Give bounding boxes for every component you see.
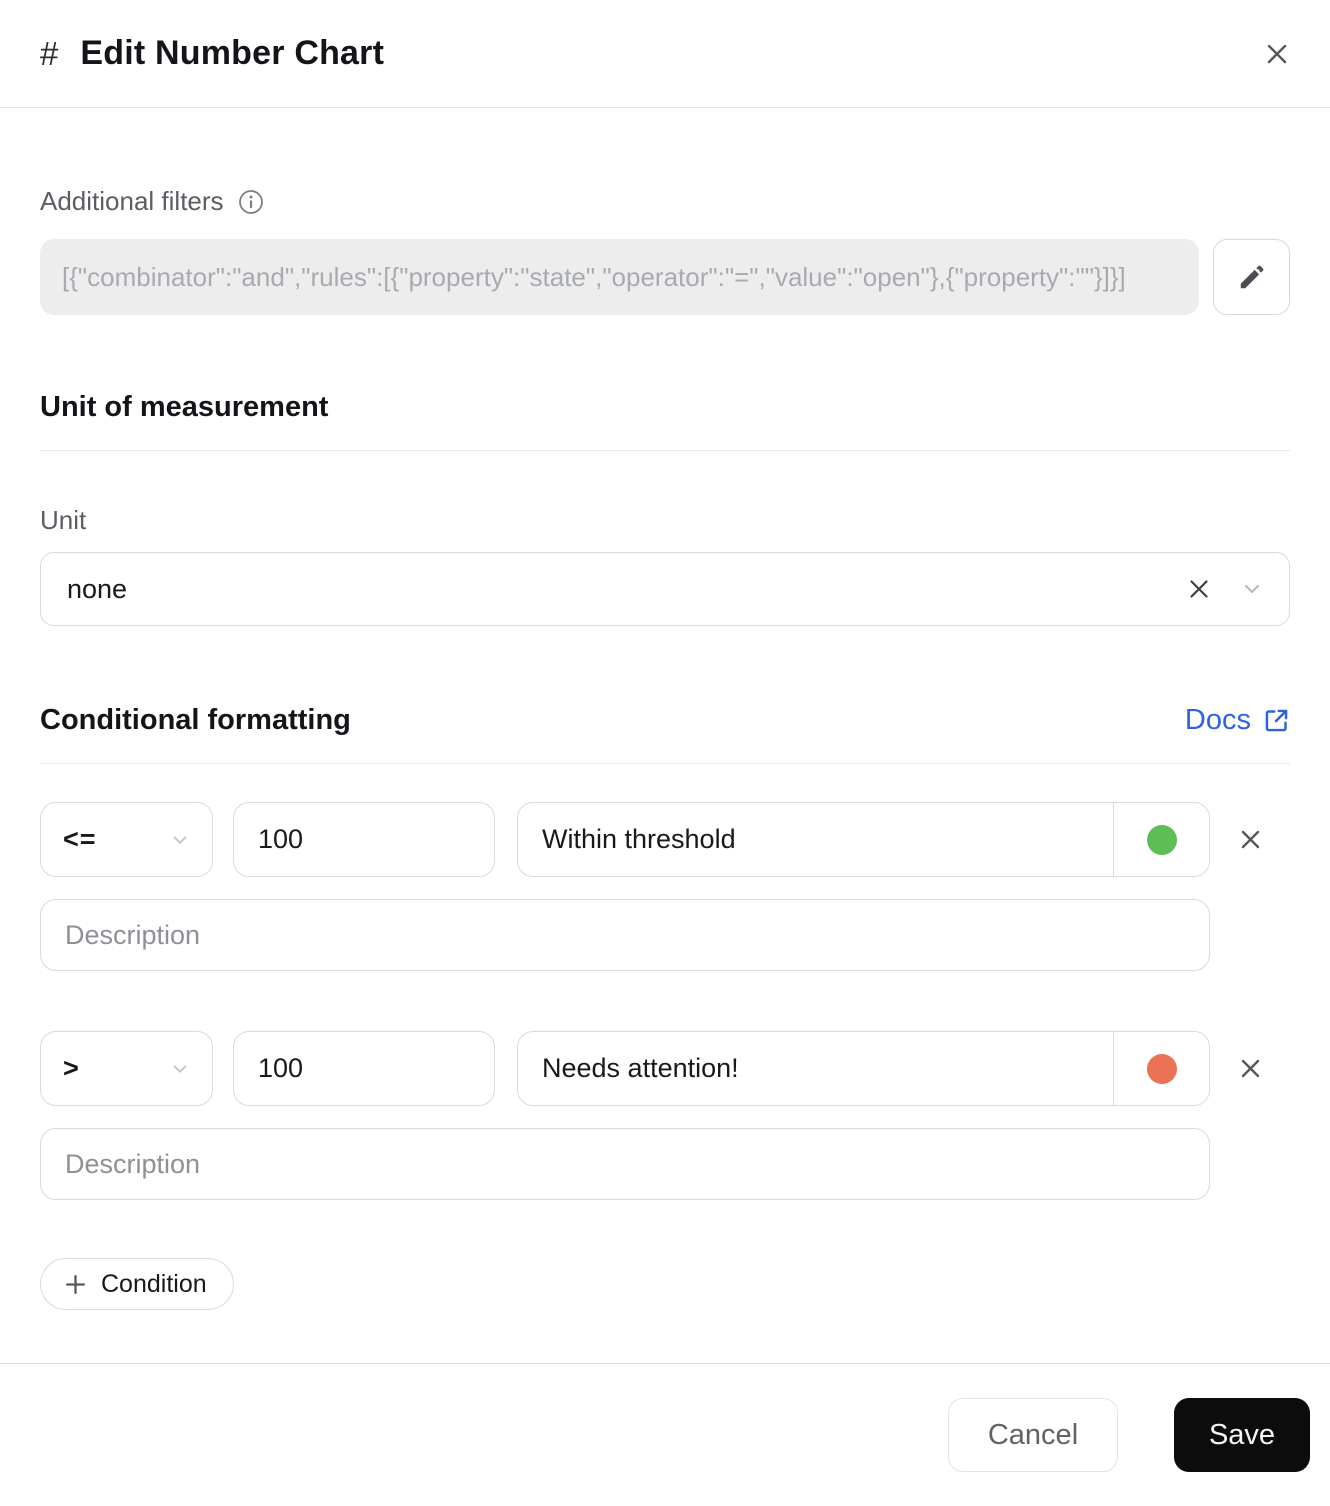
close-icon xyxy=(1267,44,1287,63)
operator-value: <= xyxy=(63,824,97,854)
add-condition-button[interactable]: Condition xyxy=(40,1258,234,1310)
unit-select-value: none xyxy=(67,573,128,604)
operator-value: > xyxy=(63,1053,80,1083)
remove-condition-button[interactable] xyxy=(1237,1055,1264,1082)
clear-icon xyxy=(1190,580,1208,598)
condition-row: > xyxy=(40,1031,1290,1106)
number-chart-icon: # xyxy=(40,34,59,72)
green-status-dot xyxy=(1146,824,1177,855)
unit-section-divider xyxy=(40,450,1290,451)
conditional-formatting-header: Conditional formatting Docs xyxy=(40,704,1290,737)
chevron-down-icon xyxy=(1244,584,1260,594)
condition-label-input[interactable] xyxy=(518,1032,1113,1105)
edit-filters-button[interactable] xyxy=(1213,239,1290,315)
condition-description-input[interactable] xyxy=(40,1128,1210,1200)
condition-value-input[interactable] xyxy=(233,1031,495,1106)
additional-filters-input xyxy=(40,239,1199,315)
condition-description-input[interactable] xyxy=(40,899,1210,971)
condition-operator-select[interactable]: > xyxy=(40,1031,213,1106)
condition-label-input[interactable] xyxy=(518,803,1113,876)
save-button[interactable]: Save xyxy=(1174,1398,1310,1472)
docs-link[interactable]: Docs xyxy=(1185,704,1290,737)
chevron-down-icon xyxy=(173,1064,187,1073)
unit-section-title: Unit of measurement xyxy=(40,391,329,423)
condition-label-group xyxy=(517,802,1210,877)
close-icon xyxy=(1241,830,1259,849)
conditional-formatting-title: Conditional formatting xyxy=(40,704,351,736)
additional-filters-label-row: Additional filters xyxy=(40,186,1290,217)
condition-color-picker[interactable] xyxy=(1113,1032,1209,1105)
unit-field-label: Unit xyxy=(40,505,87,535)
plus-icon xyxy=(66,1274,85,1294)
pencil-icon xyxy=(1240,265,1263,289)
condition-label-group xyxy=(517,1031,1210,1106)
add-condition-label: Condition xyxy=(101,1269,207,1298)
conditional-formatting-divider xyxy=(40,763,1290,764)
dialog-footer: Cancel Save xyxy=(0,1363,1330,1506)
chevron-down-icon xyxy=(173,835,187,844)
dialog-header: # Edit Number Chart xyxy=(0,0,1330,108)
condition-operator-select[interactable]: <= xyxy=(40,802,213,877)
close-icon xyxy=(1241,1059,1259,1078)
info-icon[interactable] xyxy=(238,189,264,215)
remove-condition-button[interactable] xyxy=(1237,826,1264,853)
dialog-title: Edit Number Chart xyxy=(80,34,385,72)
unit-select[interactable]: none xyxy=(40,552,1290,626)
additional-filters-row xyxy=(40,239,1290,315)
condition-row: <= xyxy=(40,802,1290,877)
external-link-icon xyxy=(1265,709,1288,732)
close-dialog-button[interactable] xyxy=(1255,32,1299,76)
dialog-body: Additional filters Unit of measurement U… xyxy=(0,108,1330,1363)
additional-filters-label: Additional filters xyxy=(40,186,224,216)
orange-status-dot xyxy=(1146,1053,1177,1084)
docs-link-label: Docs xyxy=(1184,704,1251,736)
cancel-button[interactable]: Cancel xyxy=(948,1398,1118,1472)
condition-color-picker[interactable] xyxy=(1113,803,1209,876)
condition-value-input[interactable] xyxy=(233,802,495,877)
unit-clear-button[interactable] xyxy=(1187,577,1211,601)
